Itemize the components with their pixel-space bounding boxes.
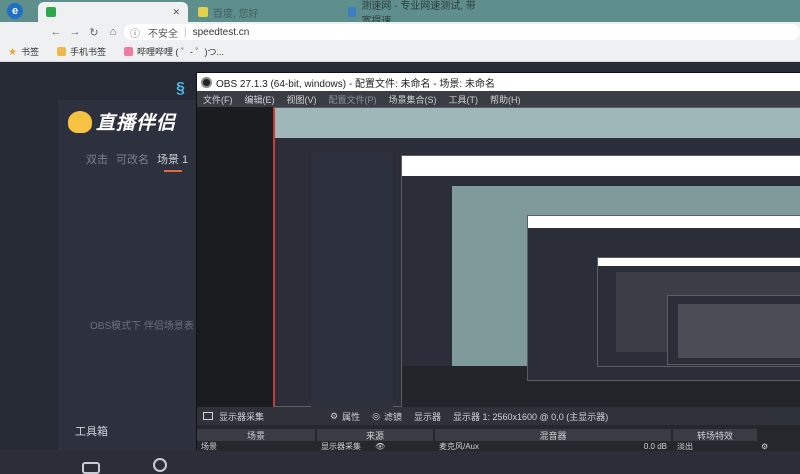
obs-titlebar: OBS 27.1.3 (64-bit, windows) - 配置文件: 未命名… — [197, 73, 800, 91]
camera-tool-icon[interactable] — [82, 462, 100, 474]
bookmarks-bar: ★ 书签 手机书签 哔哩哔哩 ( ゜- ゜)つ... — [0, 42, 800, 62]
mixer-dock-header: 混音器 — [435, 429, 671, 441]
tab-speedtest[interactable]: 测速网 - 专业网速测试, 带宽提速 — [340, 1, 490, 27]
toolbox-heading: 工具箱 — [75, 426, 108, 438]
filters-button[interactable]: ◎ 滤镜 — [372, 410, 402, 423]
tab-baidu[interactable]: 百度, 您好 — [190, 2, 338, 22]
menu-edit[interactable]: 编辑(E) — [245, 93, 275, 106]
tab-close-icon[interactable]: ✕ — [172, 7, 180, 18]
address-field[interactable]: ⓘ 不安全 | speedtest.cn — [124, 24, 800, 40]
display-select[interactable]: 显示器 1: 2560x1600 @ 0,0 (主显示器) — [453, 410, 608, 423]
logo-text: 直播伴侣 — [96, 113, 177, 134]
nested-obs-title — [598, 258, 800, 266]
menu-tools[interactable]: 工具(T) — [449, 93, 479, 106]
display-label: 显示器 — [414, 410, 441, 423]
reload-icon[interactable]: ↻ — [86, 24, 102, 40]
transitions-dock-header: 转场特效 — [673, 429, 757, 441]
obs-title-text: OBS 27.1.3 (64-bit, windows) - 配置文件: 未命名… — [216, 78, 495, 90]
menu-help[interactable]: 帮助(H) — [490, 93, 521, 106]
scenes-dock-header: 场景 — [197, 429, 315, 441]
menu-profile[interactable]: 配置文件(P) — [329, 93, 377, 106]
bookmark-item[interactable]: 哔哩哔哩 ( ゜- ゜)つ... — [124, 45, 224, 58]
mixer-channel-label: 麦克风/Aux — [439, 442, 480, 451]
security-label: 不安全 — [148, 28, 178, 40]
swirl-logo-icon: § — [176, 80, 185, 97]
scene-tabs: 双击 可改名 场景 1 — [86, 151, 188, 167]
tab-label: 百度, 您好 — [213, 8, 259, 20]
star-icon: ★ — [8, 47, 17, 58]
obs-logo-icon — [201, 76, 212, 88]
gear-icon: ⚙ — [330, 410, 339, 421]
bilibili-icon — [124, 47, 133, 56]
nested-preview — [678, 304, 800, 358]
companion-logo: 直播伴侣 — [68, 108, 176, 135]
folder-icon — [56, 47, 66, 56]
recursive-capture-frame — [667, 295, 800, 365]
source-item-label: 显示器采集 — [321, 442, 361, 451]
filters-label: 滤镜 — [383, 411, 402, 422]
properties-button[interactable]: ⚙ 属性 — [330, 410, 360, 423]
properties-label: 属性 — [342, 411, 361, 422]
display-select-value: 显示器 1: 2560x1600 @ 0,0 (主显示器) — [453, 411, 609, 422]
filter-icon: ◎ — [372, 410, 380, 421]
back-icon[interactable]: ← — [48, 24, 64, 40]
obs-source-toolbar: 显示器采集 ⚙ 属性 ◎ 滤镜 显示器 显示器 1: 2560x1600 @ 0… — [197, 407, 800, 425]
bookmark-label: 哔哩哔哩 ( ゜- ゜)つ... — [137, 47, 224, 57]
obs-preview[interactable] — [197, 107, 800, 407]
obs-mode-note: OBS模式下 伴侣场景表 — [90, 321, 194, 332]
tab-active[interactable]: ✕ — [38, 2, 188, 22]
tab-favicon-icon — [46, 7, 56, 17]
url-text: speedtest.cn — [192, 26, 250, 38]
browser-tab-strip: e ✕ 百度, 您好 测速网 - 专业网速测试, 带宽提速 — [0, 0, 800, 27]
monitor-icon — [203, 412, 213, 420]
menu-view[interactable]: 视图(V) — [287, 93, 317, 106]
obs-menubar: 文件(F) 编辑(E) 视图(V) 配置文件(P) 场景集合(S) 工具(T) … — [197, 91, 800, 107]
nested-browser-bar — [275, 108, 800, 138]
source-name-label: 显示器采集 — [219, 411, 265, 422]
nested-obs-title — [528, 216, 800, 228]
navigation-bar: ← → ↻ ⌂ ⓘ 不安全 | speedtest.cn — [0, 22, 800, 42]
bookmark-item[interactable]: 手机书签 — [56, 45, 106, 58]
obs-docks: 场景 来源 混音器 转场特效 场景 显示器采集 👁 麦克风/Aux 0.0 dB… — [197, 425, 800, 451]
nested-companion-panel — [311, 152, 393, 407]
home-icon[interactable]: ⌂ — [105, 24, 121, 40]
bookmark-item[interactable]: ★ 书签 — [8, 45, 39, 58]
tab-underline — [164, 170, 182, 172]
user-tool-icon[interactable] — [153, 458, 167, 472]
obs-window: OBS 27.1.3 (64-bit, windows) - 配置文件: 未命名… — [196, 72, 800, 451]
search-icon — [198, 7, 208, 17]
scene-tab[interactable]: 双击 — [86, 151, 108, 167]
bookmark-label: 书签 — [20, 47, 39, 57]
menu-scene-collection[interactable]: 场景集合(S) — [389, 93, 437, 106]
scene-tab[interactable]: 可改名 — [116, 151, 149, 167]
sources-dock-header: 来源 — [317, 429, 433, 441]
mascot-icon — [68, 110, 92, 133]
speedtest-favicon-icon — [348, 7, 357, 17]
address-divider: | — [184, 26, 187, 38]
forward-icon[interactable]: → — [67, 24, 83, 40]
nested-obs-title — [402, 156, 800, 176]
browser-logo-icon[interactable]: e — [4, 2, 26, 20]
scene-tab-selected[interactable]: 场景 1 — [157, 151, 188, 167]
bookmark-label: 手机书签 — [69, 47, 106, 57]
info-icon[interactable]: ⓘ — [130, 25, 140, 40]
live-companion-panel: 直播伴侣 双击 可改名 场景 1 OBS模式下 伴侣场景表 工具箱 — [58, 100, 208, 474]
source-name[interactable]: 显示器采集 — [203, 410, 264, 423]
display-label-text: 显示器 — [413, 411, 441, 422]
menu-file[interactable]: 文件(F) — [203, 93, 233, 106]
